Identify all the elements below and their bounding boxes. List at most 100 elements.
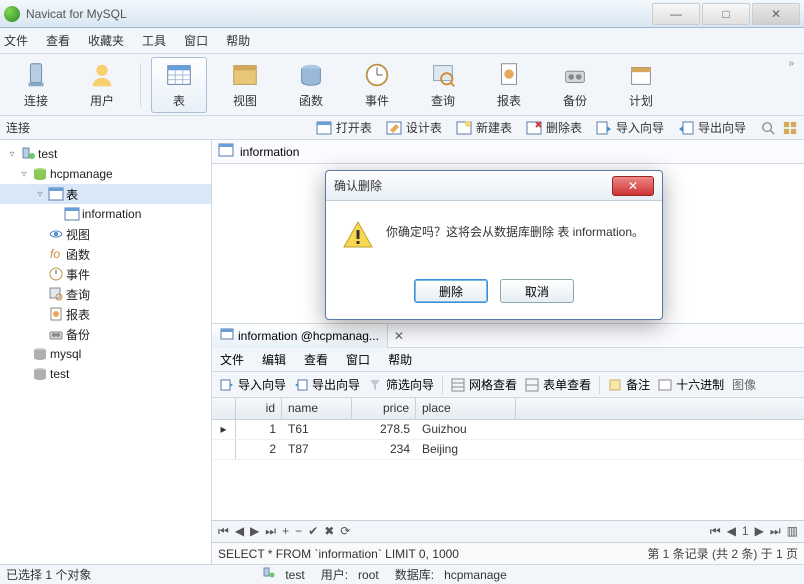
menu-help[interactable]: 帮助 (226, 32, 250, 49)
grid-view-button[interactable]: 网格查看 (451, 376, 517, 393)
connect-icon (21, 60, 51, 90)
cell[interactable]: T87 (282, 440, 352, 459)
import-wizard-button[interactable]: 导入向导 (592, 117, 668, 138)
row-cursor-icon: ▸ (212, 420, 236, 439)
table-icon (164, 60, 194, 90)
data-menu-edit[interactable]: 编辑 (262, 351, 286, 368)
tool-backup[interactable]: 备份 (547, 57, 603, 113)
data-filter-button[interactable]: 筛选向导 (368, 376, 434, 393)
form-view-label: 表单查看 (543, 376, 591, 393)
nav-refresh[interactable]: ⟳ (340, 524, 350, 539)
nav-add[interactable]: + (282, 524, 289, 539)
tool-schedule[interactable]: 计划 (613, 57, 669, 113)
cell[interactable]: 278.5 (352, 420, 416, 439)
cell[interactable]: T61 (282, 420, 352, 439)
tool-table-label: 表 (173, 92, 185, 109)
grid-row[interactable]: ▸ 1 T61 278.5 Guizhou (212, 420, 804, 440)
tree-reports[interactable]: 报表 (0, 304, 211, 324)
data-export-button[interactable]: 导出向导 (294, 376, 360, 393)
data-menu-help[interactable]: 帮助 (388, 351, 412, 368)
nav-next[interactable]: ▶ (250, 524, 259, 539)
tree-conn-test[interactable]: ▿test (0, 144, 211, 164)
tree-funcs[interactable]: fo函数 (0, 244, 211, 264)
nav-cancel[interactable]: ✖ (324, 524, 334, 539)
tree-db-mysql[interactable]: mysql (0, 344, 211, 364)
page-next[interactable]: ▶ (755, 524, 764, 539)
grid-view-icon[interactable] (782, 120, 798, 136)
tree-db-hcpmanage[interactable]: ▿hcpmanage (0, 164, 211, 184)
tree-views[interactable]: 视图 (0, 224, 211, 244)
page-first[interactable]: ⏮ (710, 524, 721, 539)
data-menu-view[interactable]: 查看 (304, 351, 328, 368)
note-button[interactable]: 备注 (608, 376, 650, 393)
new-table-button[interactable]: 新建表 (452, 117, 516, 138)
dialog-cancel-button[interactable]: 取消 (500, 279, 574, 303)
page-settings[interactable]: ▥ (787, 524, 798, 539)
open-table-button[interactable]: 打开表 (312, 117, 376, 138)
nav-prev[interactable]: ◀ (235, 524, 244, 539)
menu-file[interactable]: 文件 (4, 32, 28, 49)
tool-table[interactable]: 表 (151, 57, 207, 113)
close-tab-button[interactable]: ✕ (388, 329, 410, 343)
dialog-delete-button[interactable]: 删除 (414, 279, 488, 303)
menu-tools[interactable]: 工具 (142, 32, 166, 49)
data-filter-label: 筛选向导 (386, 376, 434, 393)
nav-delete[interactable]: − (295, 524, 302, 539)
nav-first[interactable]: ⏮ (218, 524, 229, 539)
tool-report[interactable]: 报表 (481, 57, 537, 113)
cell[interactable]: Beijing (416, 440, 516, 459)
col-place[interactable]: place (416, 398, 516, 419)
cell[interactable]: 2 (236, 440, 282, 459)
nav-commit[interactable]: ✔ (308, 524, 318, 539)
tree-queries[interactable]: 查询 (0, 284, 211, 304)
col-id[interactable]: id (236, 398, 282, 419)
menu-fav[interactable]: 收藏夹 (88, 32, 124, 49)
close-button[interactable]: ✕ (752, 3, 800, 25)
menu-window[interactable]: 窗口 (184, 32, 208, 49)
nav-last[interactable]: ⏭ (265, 524, 276, 539)
tree-table-information[interactable]: information (0, 204, 211, 224)
toolbar-overflow[interactable]: » (788, 58, 794, 69)
tree-events[interactable]: 事件 (0, 264, 211, 284)
cell[interactable]: 1 (236, 420, 282, 439)
minimize-button[interactable]: ― (652, 3, 700, 25)
tool-func[interactable]: 函数 (283, 57, 339, 113)
titlebar: Navicat for MySQL ― □ ✕ (0, 0, 804, 28)
data-menu-window[interactable]: 窗口 (346, 351, 370, 368)
app-icon (4, 6, 20, 22)
page-prev[interactable]: ◀ (727, 524, 736, 539)
tool-query-label: 查询 (431, 92, 455, 109)
tree-label: 事件 (66, 266, 90, 283)
data-menu-file[interactable]: 文件 (220, 351, 244, 368)
data-tab[interactable]: information @hcpmanag... (212, 324, 388, 348)
tree-db-test[interactable]: test (0, 364, 211, 384)
cell[interactable]: Guizhou (416, 420, 516, 439)
database-icon (32, 366, 48, 382)
maximize-button[interactable]: □ (702, 3, 750, 25)
tool-view[interactable]: 视图 (217, 57, 273, 113)
hex-button[interactable]: 十六进制 (658, 376, 724, 393)
search-icon[interactable] (760, 120, 776, 136)
form-view-button[interactable]: 表单查看 (525, 376, 591, 393)
page-last[interactable]: ⏭ (770, 524, 781, 539)
delete-table-button[interactable]: 删除表 (522, 117, 586, 138)
design-table-button[interactable]: 设计表 (382, 117, 446, 138)
col-name[interactable]: name (282, 398, 352, 419)
dialog-close-button[interactable]: ✕ (612, 176, 654, 196)
row-marker-head (212, 398, 236, 419)
tree-tables[interactable]: ▿表 (0, 184, 211, 204)
data-import-button[interactable]: 导入向导 (220, 376, 286, 393)
export-wizard-button[interactable]: 导出向导 (674, 117, 750, 138)
tool-user[interactable]: 用户 (74, 57, 130, 113)
tool-query[interactable]: 查询 (415, 57, 471, 113)
tool-connect[interactable]: 连接 (8, 57, 64, 113)
tool-event[interactable]: 事件 (349, 57, 405, 113)
cell[interactable]: 234 (352, 440, 416, 459)
tree-backups[interactable]: 备份 (0, 324, 211, 344)
grid-row[interactable]: 2 T87 234 Beijing (212, 440, 804, 460)
col-price[interactable]: price (352, 398, 416, 419)
image-button[interactable]: 图像 (732, 376, 756, 393)
menu-view[interactable]: 查看 (46, 32, 70, 49)
database-icon (32, 346, 48, 362)
data-tab-label: information @hcpmanag... (238, 329, 379, 343)
